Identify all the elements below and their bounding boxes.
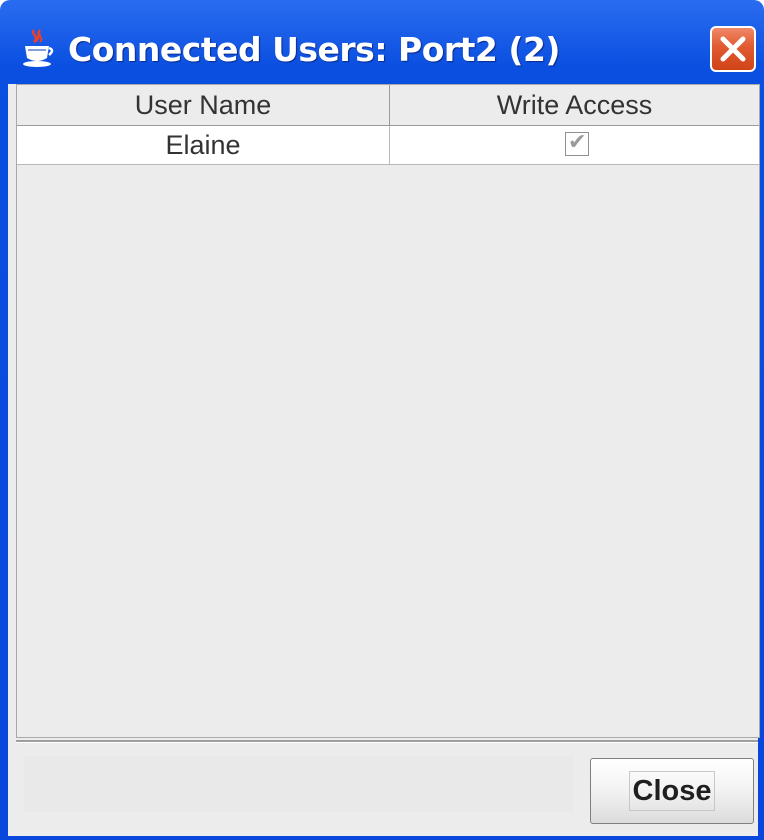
- window-title: Connected Users: Port2 (2): [68, 30, 561, 69]
- checkmark-icon: ✔: [568, 130, 587, 155]
- write-access-checkbox[interactable]: ✔: [565, 130, 589, 156]
- dialog-window: Connected Users: Port2 (2) User Name Wri…: [0, 0, 764, 840]
- status-area: [24, 756, 574, 812]
- column-header-user-name[interactable]: User Name: [17, 85, 390, 125]
- title-bar[interactable]: Connected Users: Port2 (2): [0, 0, 764, 84]
- user-name-cell[interactable]: Elaine: [17, 126, 390, 164]
- window-close-button[interactable]: [710, 26, 756, 72]
- close-button[interactable]: Close: [590, 758, 754, 824]
- close-button-label: Close: [628, 771, 716, 811]
- dialog-content: User Name Write Access Elaine ✔ Close: [8, 84, 760, 836]
- table-row[interactable]: Elaine ✔: [17, 126, 759, 165]
- column-header-write-access[interactable]: Write Access: [390, 85, 759, 125]
- footer-divider-highlight: [16, 742, 758, 743]
- connected-users-table[interactable]: User Name Write Access Elaine ✔: [16, 84, 760, 738]
- table-header: User Name Write Access: [17, 85, 759, 126]
- java-cup-icon: [20, 28, 56, 68]
